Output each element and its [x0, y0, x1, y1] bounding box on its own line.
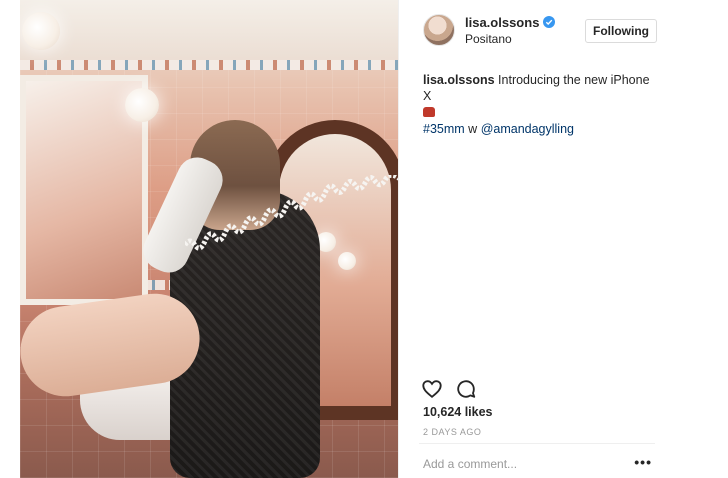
author-avatar[interactable]: [423, 14, 455, 46]
caption-hashtag[interactable]: #35mm: [423, 122, 465, 136]
post-timestamp[interactable]: 2 DAYS AGO: [423, 427, 481, 437]
add-comment-input[interactable]: [423, 455, 623, 473]
photo-lamp: [22, 12, 60, 50]
caption-connector: w: [468, 122, 478, 136]
photo-tile-border: [20, 60, 398, 70]
post-actions: [421, 378, 489, 400]
instagram-post: lisa.olssons Positano Following lisa.ols…: [20, 0, 657, 478]
author-info: lisa.olssons Positano: [465, 15, 556, 46]
post-caption: lisa.olssons Introducing the new iPhone …: [423, 72, 655, 137]
comment-divider: [419, 443, 655, 444]
post-side-panel: lisa.olssons Positano Following lisa.ols…: [398, 0, 657, 478]
photo-telephone-cord: [185, 175, 398, 251]
comment-icon[interactable]: [455, 378, 477, 400]
caption-mention[interactable]: @amandagylling: [481, 122, 574, 136]
photo-lamp: [125, 88, 159, 122]
likes-count[interactable]: 10,624 likes: [423, 405, 493, 419]
post-location[interactable]: Positano: [465, 32, 555, 46]
more-options-icon[interactable]: •••: [634, 454, 652, 470]
post-photo[interactable]: [20, 0, 398, 478]
heart-icon[interactable]: [421, 378, 443, 400]
author-username-row: lisa.olssons: [465, 15, 556, 30]
post-header: lisa.olssons Positano Following: [399, 0, 657, 60]
following-button[interactable]: Following: [585, 19, 657, 43]
author-username[interactable]: lisa.olssons: [465, 15, 539, 30]
verified-badge-icon: [543, 16, 556, 28]
telephone-emoji-icon: [423, 107, 435, 117]
caption-username[interactable]: lisa.olssons: [423, 73, 495, 87]
